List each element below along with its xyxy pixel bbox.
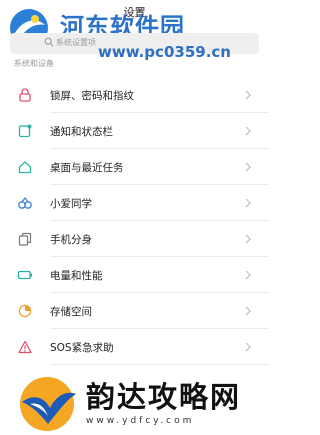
notification-icon — [18, 124, 32, 138]
divider — [50, 364, 269, 365]
chevron-right-icon — [245, 162, 251, 172]
chevron-right-icon — [245, 126, 251, 136]
settings-item-sos[interactable]: SOS紧急求助 — [0, 329, 269, 365]
battery-icon — [17, 270, 32, 280]
settings-item-second-space[interactable]: 手机分身 — [0, 221, 269, 257]
settings-list: 锁屏、密码和指纹 通知和状态栏 桌面与最近任务 小爱同学 手机分身 电量和性能 … — [0, 77, 269, 365]
lock-icon — [19, 88, 31, 102]
home-icon — [18, 161, 32, 174]
section-header: 系统和设备 — [14, 59, 54, 68]
settings-item-label: 锁屏、密码和指纹 — [50, 90, 134, 102]
watermark-url: www.pc0359.cn — [98, 43, 231, 61]
settings-item-lock-screen[interactable]: 锁屏、密码和指纹 — [0, 77, 269, 113]
settings-item-assistant[interactable]: 小爱同学 — [0, 185, 269, 221]
settings-item-label: 手机分身 — [50, 234, 92, 246]
chevron-right-icon — [245, 342, 251, 352]
storage-icon — [18, 304, 32, 318]
search-icon — [44, 37, 54, 47]
chevron-right-icon — [245, 306, 251, 316]
settings-item-home-screen[interactable]: 桌面与最近任务 — [0, 149, 269, 185]
watermark-bottom-url: www.ydfcy.com — [86, 416, 195, 426]
settings-item-label: 通知和状态栏 — [50, 126, 113, 138]
settings-item-label: 小爱同学 — [50, 198, 92, 210]
chevron-right-icon — [245, 270, 251, 280]
chevron-right-icon — [245, 198, 251, 208]
chevron-right-icon — [245, 90, 251, 100]
settings-item-label: 电量和性能 — [50, 270, 103, 282]
watermark-bottom-title: 韵达攻略网 — [86, 380, 242, 414]
chevron-right-icon — [245, 234, 251, 244]
settings-item-storage[interactable]: 存储空间 — [0, 293, 269, 329]
settings-item-label: 桌面与最近任务 — [50, 162, 124, 174]
search-placeholder: 系统设置项 — [56, 38, 96, 47]
settings-item-label: SOS紧急求助 — [50, 342, 114, 354]
settings-item-battery[interactable]: 电量和性能 — [0, 257, 269, 293]
settings-item-label: 存储空间 — [50, 306, 92, 318]
settings-item-notifications[interactable]: 通知和状态栏 — [0, 113, 269, 149]
assistant-icon — [18, 196, 32, 209]
second-space-icon — [18, 232, 32, 246]
sos-icon — [18, 340, 32, 354]
